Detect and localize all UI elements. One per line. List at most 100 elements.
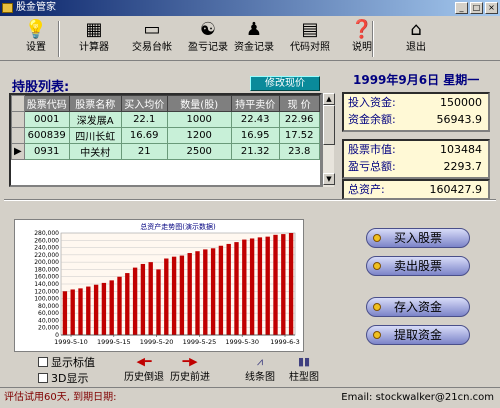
column-header[interactable]: 现 价 bbox=[278, 95, 320, 112]
chart-bar bbox=[265, 236, 270, 335]
trial-status: 评估试用60天, 到期日期: bbox=[4, 392, 117, 403]
table-cell[interactable]: 1200 bbox=[166, 127, 232, 144]
market-value: 103484 bbox=[440, 143, 482, 156]
chart-bar bbox=[62, 291, 68, 335]
table-cell[interactable]: 22.1 bbox=[120, 111, 168, 128]
table-cell[interactable]: 16.95 bbox=[230, 127, 280, 144]
arrow-right-icon: ━▶ bbox=[182, 355, 198, 368]
line-chart-button[interactable]: ⩘ 线条图 bbox=[240, 356, 280, 384]
maximize-button[interactable]: □ bbox=[470, 2, 483, 14]
bullet-icon bbox=[373, 262, 381, 270]
market-value-label: 股票市值: bbox=[348, 143, 396, 156]
toolbar-button-7[interactable]: ⌂ 退出 bbox=[388, 19, 444, 59]
column-header[interactable]: 股票代码 bbox=[23, 95, 70, 112]
buy-stock-button[interactable]: 买入股票 bbox=[366, 228, 470, 248]
balance-label: 资金余额: bbox=[348, 113, 396, 126]
table-cell[interactable]: 21.32 bbox=[230, 143, 280, 160]
lightbulb-icon: 💡 bbox=[24, 19, 48, 40]
table-row[interactable]: 0001 深发展A 22.1 1000 22.43 22.96 bbox=[11, 111, 320, 128]
column-header[interactable]: 买入均价 bbox=[120, 95, 168, 112]
table-cell[interactable]: 四川长虹 bbox=[68, 127, 122, 144]
chart-bar bbox=[226, 243, 231, 335]
toolbar-button-label: 交易台帐 bbox=[132, 42, 172, 53]
chart-bar bbox=[171, 256, 177, 335]
x-tick-label: 1999-5-10 bbox=[54, 338, 88, 346]
email-status: Email: stockwalker@21cn.com bbox=[341, 392, 494, 403]
deposit-button[interactable]: 存入资金 bbox=[366, 297, 470, 317]
table-cell[interactable]: 0931 bbox=[23, 143, 70, 160]
table-scrollbar[interactable]: ▲ ▼ bbox=[322, 93, 335, 187]
chart-bar bbox=[242, 239, 247, 335]
bar-chart-button[interactable]: ▮▮ 柱型图 bbox=[284, 356, 324, 384]
chart-bar bbox=[117, 276, 122, 335]
chart-bar bbox=[156, 269, 161, 335]
y-tick-label: 80,000 bbox=[38, 303, 59, 310]
table-cell[interactable]: 1000 bbox=[166, 111, 232, 128]
toolbar-button-label: 退出 bbox=[406, 42, 426, 53]
chart-bar bbox=[148, 262, 153, 335]
modify-price-button[interactable]: 修改现价 bbox=[250, 76, 320, 91]
history-back-button[interactable]: ◀━ 历史倒退 bbox=[122, 356, 166, 384]
holdings-table[interactable]: 股票代码 股票名称 买入均价 数量(股) 持平卖价现 价 0001 深发展A 22.1 1000… bbox=[9, 93, 322, 187]
window-title: 股金管家 bbox=[16, 2, 56, 13]
toolbar: 💡 设置 ▦ 计算器 ▭ 交易台帐 ☯ 盈亏记录 ♟ 资金记录 ▤ 代码对照 ❓ 说明 ⌂ 退出 bbox=[0, 17, 500, 61]
column-header[interactable]: 数量(股) bbox=[166, 95, 232, 112]
history-forward-button[interactable]: ━▶ 历史前进 bbox=[168, 355, 212, 384]
y-tick-label: 100,000 bbox=[34, 296, 59, 303]
app-icon bbox=[2, 3, 13, 13]
y-tick-label: 200,000 bbox=[34, 259, 59, 266]
toolbar-button-6[interactable]: ❓ 说明 bbox=[334, 19, 390, 59]
scroll-down-arrow[interactable]: ▼ bbox=[323, 173, 335, 185]
show-values-checkbox[interactable]: 显示标值 bbox=[38, 354, 95, 370]
bullet-icon bbox=[373, 331, 381, 339]
table-cell[interactable]: 16.69 bbox=[120, 127, 168, 144]
table-cell[interactable]: 600839 bbox=[23, 127, 70, 144]
column-header[interactable]: 持平卖价 bbox=[230, 95, 280, 112]
table-cell[interactable]: 深发展A bbox=[68, 111, 122, 128]
chart-svg: 总资产走势图(演示数据)020,00040,00060,00080,000100… bbox=[34, 222, 300, 346]
table-cell[interactable]: 22.43 bbox=[230, 111, 280, 128]
table-cell[interactable]: 23.8 bbox=[278, 143, 320, 160]
sell-stock-button[interactable]: 卖出股票 bbox=[366, 256, 470, 276]
y-tick-label: 240,000 bbox=[34, 245, 59, 252]
chart-bar bbox=[164, 258, 169, 335]
show-3d-checkbox[interactable]: 3D显示 bbox=[38, 370, 88, 386]
close-button[interactable]: × bbox=[485, 2, 498, 14]
toolbar-button-label: 计算器 bbox=[79, 42, 109, 53]
chart-bar bbox=[140, 263, 146, 335]
toolbar-button-0[interactable]: 💡 设置 bbox=[8, 19, 64, 59]
exit-icon: ⌂ bbox=[410, 19, 422, 40]
minimize-button[interactable]: _ bbox=[455, 2, 468, 14]
toolbar-button-label: 资金记录 bbox=[234, 42, 274, 53]
table-cell[interactable]: 2500 bbox=[166, 143, 232, 160]
column-header[interactable]: 股票名称 bbox=[68, 95, 122, 112]
withdraw-button[interactable]: 提取资金 bbox=[366, 325, 470, 345]
row-indicator bbox=[11, 127, 25, 144]
table-cell[interactable]: 21 bbox=[120, 143, 168, 160]
row-indicator: ▶ bbox=[11, 143, 25, 160]
total-value: 160427.9 bbox=[429, 183, 483, 196]
table-cell[interactable]: 17.52 bbox=[278, 127, 320, 144]
toolbar-button-5[interactable]: ▤ 代码对照 bbox=[282, 19, 338, 59]
chart-bar bbox=[210, 248, 216, 335]
chart-bar bbox=[195, 251, 200, 335]
table-row[interactable]: ▶ 0931 中关村 21 2500 21.32 23.8 bbox=[11, 143, 320, 160]
toolbar-button-label: 说明 bbox=[352, 42, 372, 53]
y-tick-label: 260,000 bbox=[34, 237, 59, 244]
toolbar-button-label: 代码对照 bbox=[290, 42, 330, 53]
table-cell[interactable]: 22.96 bbox=[278, 111, 320, 128]
y-tick-label: 140,000 bbox=[34, 281, 59, 288]
asset-chart: 总资产走势图(演示数据) 0 20,000 40,000 60,000 80,000 100… bbox=[14, 219, 304, 352]
x-tick-label: 1999-5-15 bbox=[97, 338, 131, 346]
toolbar-button-1[interactable]: ▦ 计算器 bbox=[66, 19, 122, 59]
toolbar-button-2[interactable]: ▭ 交易台帐 bbox=[124, 19, 180, 59]
x-tick-label: 1999-6-3 bbox=[270, 338, 300, 346]
table-row[interactable]: 600839 四川长虹 16.69 1200 16.95 17.52 bbox=[11, 127, 320, 144]
toolbar-button-4[interactable]: ♟ 资金记录 bbox=[226, 19, 282, 59]
current-date: 1999年9月6日 星期一 bbox=[353, 73, 480, 87]
scroll-up-arrow[interactable]: ▲ bbox=[323, 93, 335, 105]
investment-label: 投入资金: bbox=[348, 96, 396, 109]
table-cell[interactable]: 0001 bbox=[23, 111, 70, 128]
table-cell[interactable]: 中关村 bbox=[68, 143, 122, 160]
scroll-thumb[interactable] bbox=[323, 105, 335, 145]
